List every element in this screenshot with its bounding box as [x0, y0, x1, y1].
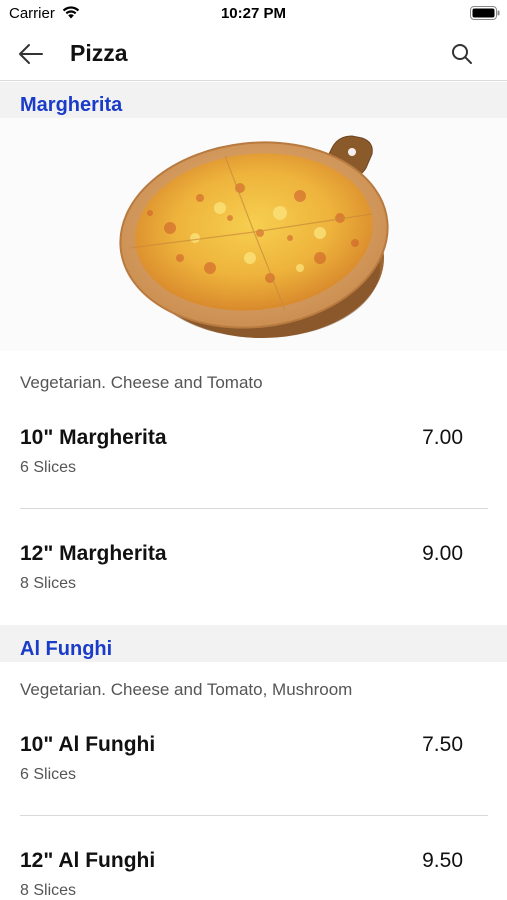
item-slices: 8 Slices — [20, 575, 77, 592]
section-description: Vegetarian. Cheese and Tomato — [20, 373, 263, 392]
item-name: 12" Al Funghi — [20, 849, 156, 872]
battery-icon — [470, 6, 500, 20]
search-icon — [452, 44, 472, 64]
divider — [20, 815, 488, 816]
page-title: Pizza — [70, 40, 128, 66]
pizza-illustration — [119, 135, 389, 338]
section-description: Vegetarian. Cheese and Tomato, Mushroom — [20, 680, 353, 699]
menu-item[interactable]: 12" Al Funghi 9.50 8 Slices — [0, 849, 507, 900]
menu-item[interactable]: 12" Margherita 9.00 8 Slices — [0, 542, 507, 638]
item-price: 7.00 — [422, 426, 463, 449]
clock-label: 10:27 PM — [220, 5, 287, 22]
item-name: 10" Margherita — [20, 426, 167, 449]
navigation-bar: Pizza — [0, 28, 507, 81]
item-slices: 8 Slices — [20, 882, 77, 899]
section-title: Al Funghi — [20, 638, 113, 660]
item-price: 9.50 — [422, 849, 463, 872]
item-name: 10" Al Funghi — [20, 733, 156, 756]
pizza-image — [0, 118, 507, 351]
section-header-al-funghi: Al Funghi — [0, 625, 507, 662]
status-bar: Carrier 10:27 PM — [0, 0, 507, 28]
item-price: 9.00 — [422, 542, 463, 565]
divider — [20, 508, 488, 509]
item-name: 12" Margherita — [20, 542, 167, 565]
search-button[interactable] — [448, 40, 476, 68]
item-slices: 6 Slices — [20, 459, 77, 476]
item-price: 7.50 — [422, 733, 463, 756]
back-button[interactable] — [16, 40, 46, 68]
section-title: Margherita — [20, 94, 123, 116]
section-header-margherita: Margherita — [0, 82, 507, 118]
arrow-left-icon — [19, 44, 43, 64]
item-slices: 6 Slices — [20, 766, 77, 783]
